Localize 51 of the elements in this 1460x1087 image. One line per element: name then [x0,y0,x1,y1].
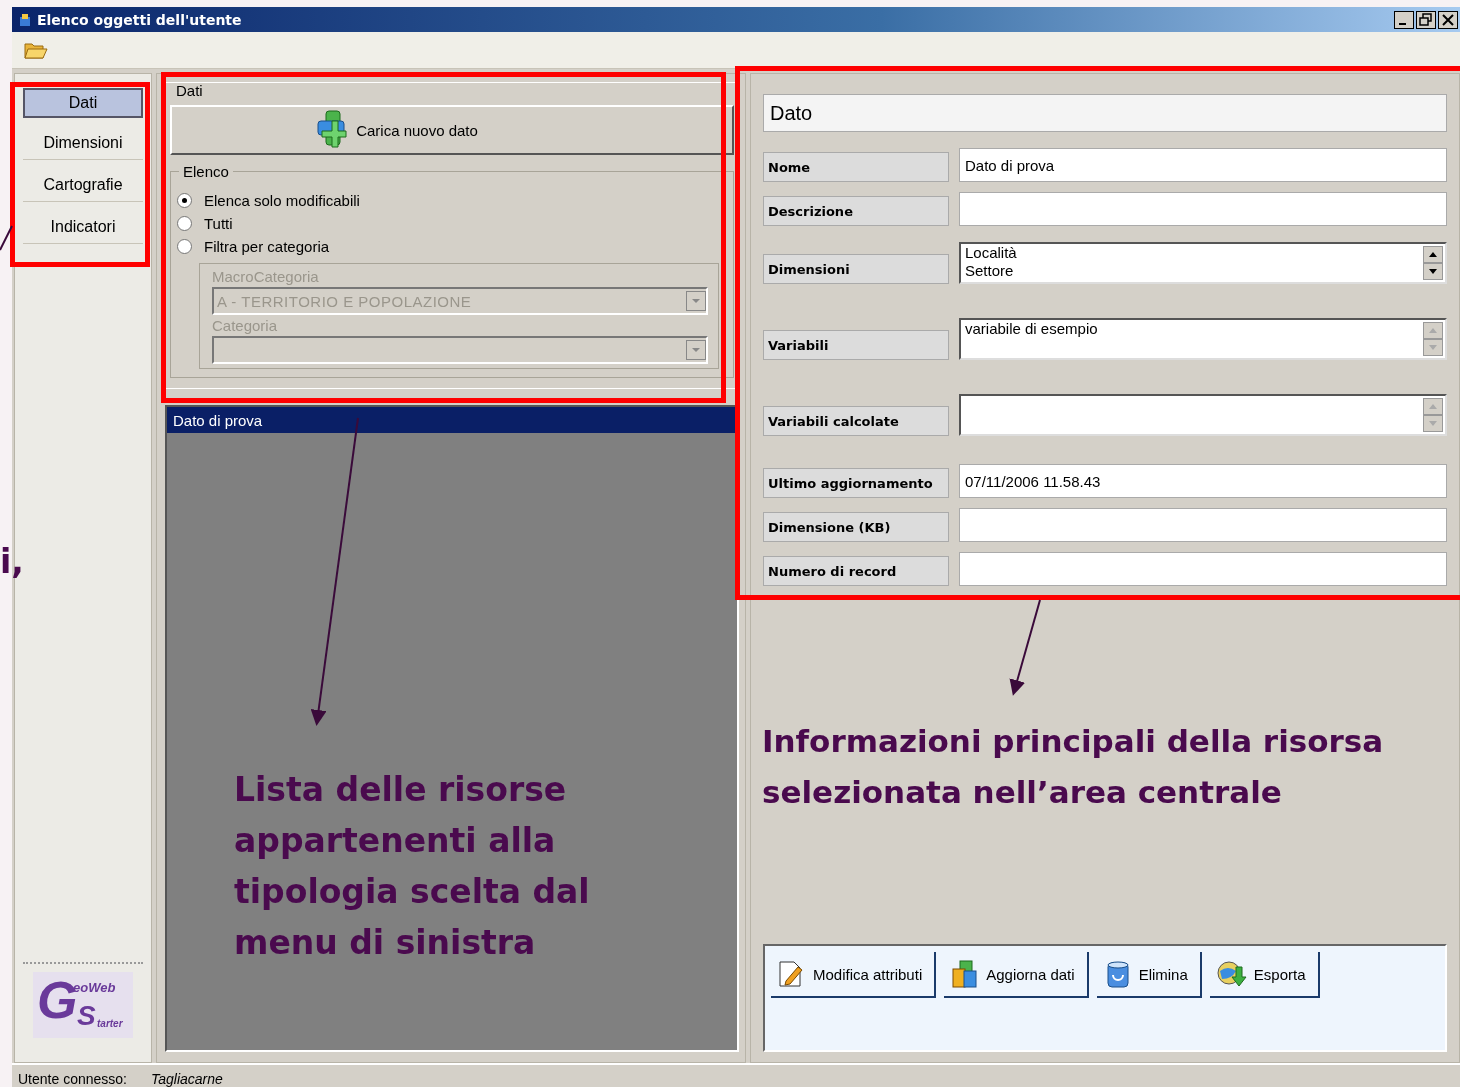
nav-item[interactable]: Dimensioni [23,127,143,160]
nav-item[interactable]: Cartografie [23,169,143,202]
list-field[interactable]: Località Settore [959,242,1447,284]
annotation-text: Lista delle risorse appartenenti alla tipologia scelta dal menu di sinistra [234,769,590,964]
field-label: Ultimo aggiornamento [763,468,949,498]
scroll-arrows-icon[interactable] [1423,246,1443,280]
field-label: Variabili [763,330,949,360]
field-label: Dimensioni [763,254,949,284]
field-label: Categoria [212,317,279,334]
action-button[interactable]: Aggiorna dati [944,952,1089,998]
globe-arrow-icon [1215,959,1248,989]
detail-header: Dato [763,94,1447,132]
close-icon[interactable] [1438,10,1458,29]
dropdown[interactable] [212,336,708,364]
text-field[interactable]: Dato di prova [959,148,1447,182]
caret-icon [686,340,706,360]
field-label: Nome [763,152,949,182]
open-folder-icon[interactable] [24,40,48,60]
text-field[interactable] [959,192,1447,226]
annotation-text: Informazioni principali della risorsa selezionata nell’area centrale [762,722,1384,812]
field-label: Numero di record [763,556,949,586]
radio-option[interactable]: Tutti [177,213,719,233]
list-item[interactable]: Dato di prova [167,407,737,433]
field-label: Descrizione [763,196,949,226]
caret-icon [686,291,706,311]
field-label: MacroCategoria [212,268,320,285]
app-icon [18,12,32,27]
upload-button[interactable]: Carica nuovo dato [170,105,734,155]
text-field[interactable] [959,508,1447,542]
list-field[interactable]: variabile di esempio [959,318,1447,360]
restore-icon[interactable] [1416,10,1436,29]
text-field[interactable]: 07/11/2006 11.58.43 [959,464,1447,498]
field-label: Variabili calcolate [763,406,949,436]
status-label: Utente connesso: [18,1071,127,1087]
action-button[interactable]: Esporta [1209,952,1320,998]
group-title: Elenco [179,163,233,180]
action-button[interactable]: Elimina [1096,952,1202,998]
nav-item[interactable]: Indicatori [23,211,143,244]
text-field[interactable] [959,552,1447,586]
action-button[interactable]: Modifica attributi [771,952,937,998]
annotation-text: i, [0,541,24,583]
minimize-icon[interactable] [1394,10,1414,29]
group-title: Dati [174,83,205,99]
field-label: Dimensione (KB) [763,512,949,542]
leader-line [0,225,13,251]
nav-item[interactable]: Dati [23,88,143,118]
window-title: Elenco oggetti dell'utente [37,11,242,28]
user-name: Tagliacarne [150,1071,223,1087]
list-field[interactable] [959,394,1447,436]
radio-option[interactable]: Filtra per categoria [177,236,719,256]
radio-option[interactable]: Elenca solo modificabili [177,190,719,210]
